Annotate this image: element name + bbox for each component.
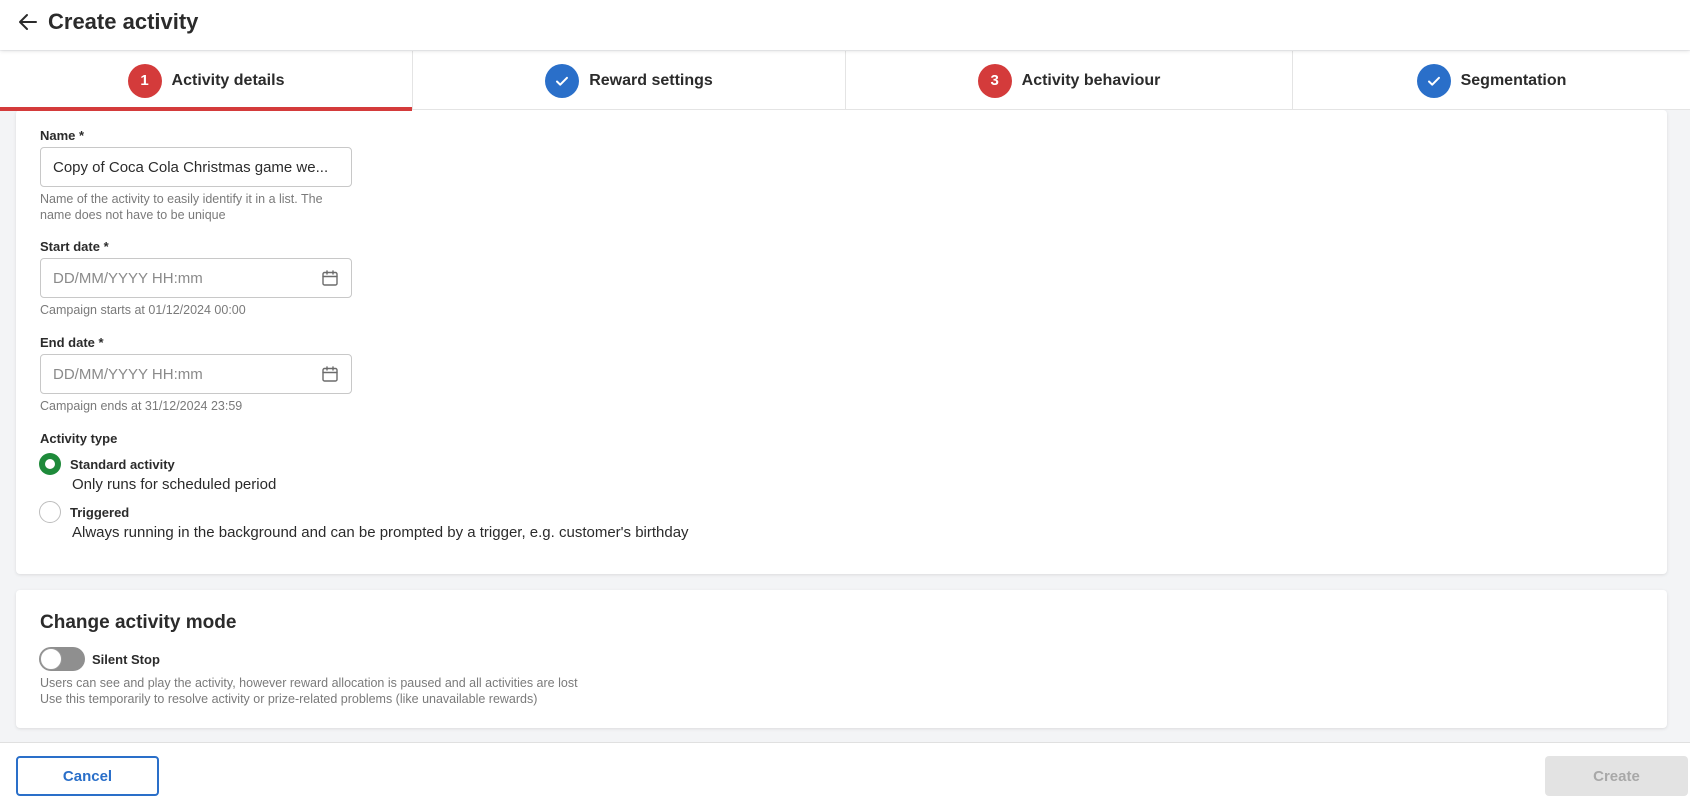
activity-details-card: Name * Name of the activity to easily id… [16,110,1667,574]
end-date-label: End date * [40,335,104,350]
radio-standard-activity-description: Only runs for scheduled period [72,476,277,493]
radio-triggered-description: Always running in the background and can… [72,524,689,541]
step-complete-badge [545,63,580,98]
radio-triggered-label: Triggered [70,505,130,520]
end-date-field-wrapper [40,354,352,394]
activity-mode-card: Change activity mode Silent Stop Users c… [16,590,1667,728]
activity-type-label: Activity type [40,431,118,446]
name-label: Name * [40,128,85,143]
name-hint-line1: Name of the activity to easily identify … [40,192,323,206]
check-icon [1427,76,1440,86]
step-activity-behaviour[interactable]: 3 Activity behaviour [846,51,1293,110]
calendar-icon[interactable] [321,269,339,287]
silent-stop-label: Silent Stop [92,652,160,667]
start-date-input[interactable] [53,269,321,287]
start-date-field-wrapper [40,258,352,298]
step-number-badge: 3 [977,63,1012,98]
end-date-hint: Campaign ends at 31/12/2024 23:59 [40,399,243,413]
name-input[interactable] [53,158,339,176]
create-button[interactable]: Create [1545,756,1688,796]
step-segmentation[interactable]: Segmentation [1293,51,1690,110]
back-arrow-icon[interactable] [16,10,40,34]
page-title: Create activity [48,9,199,34]
step-activity-details[interactable]: 1 Activity details [0,51,413,111]
step-number-badge: 1 [127,63,162,98]
step-complete-badge [1416,63,1451,98]
radio-triggered[interactable] [39,501,61,523]
name-field-wrapper [40,147,352,187]
calendar-icon[interactable] [321,365,339,383]
name-hint-line2: name does not have to be unique [40,208,226,222]
silent-stop-toggle[interactable] [39,647,85,671]
start-date-hint: Campaign starts at 01/12/2024 00:00 [40,303,246,317]
toggle-knob [40,648,62,670]
silent-stop-hint-line2: Use this temporarily to resolve activity… [40,692,538,706]
step-label: Segmentation [1460,71,1567,89]
step-reward-settings[interactable]: Reward settings [413,51,846,110]
start-date-label: Start date * [40,239,109,254]
radio-standard-activity-label: Standard activity [70,457,175,472]
section-title: Change activity mode [40,612,237,633]
cancel-button[interactable]: Cancel [16,756,159,796]
silent-stop-hint-line1: Users can see and play the activity, how… [40,676,578,690]
end-date-input[interactable] [53,365,321,383]
top-bar: Create activity [0,0,1690,50]
step-label: Activity details [171,71,285,89]
radio-standard-activity[interactable] [39,453,61,475]
step-label: Reward settings [589,71,713,89]
stepper: 1 Activity details Reward settings 3 Act… [0,51,1690,111]
step-label: Activity behaviour [1021,71,1161,89]
check-icon [556,76,569,86]
footer-bar: Cancel Create [0,742,1690,796]
